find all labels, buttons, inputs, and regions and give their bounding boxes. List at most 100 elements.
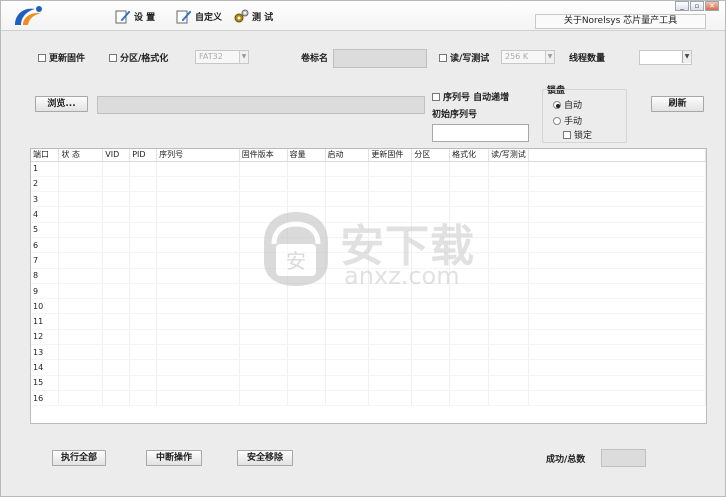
column-header[interactable]: 状 态 — [58, 149, 104, 162]
table-cell — [411, 375, 451, 391]
table-cell — [102, 176, 131, 193]
abort-button[interactable]: 中断操作 — [146, 450, 202, 466]
table-cell — [58, 252, 104, 269]
filesystem-select[interactable]: FAT32 ▼ — [195, 50, 249, 64]
table-cell — [488, 191, 530, 208]
table-cell — [239, 237, 288, 254]
column-header[interactable]: 分区 — [411, 149, 451, 162]
table-row[interactable]: 15 — [31, 375, 706, 391]
lock-checkbox-option[interactable]: 锁定 — [563, 128, 592, 141]
table-cell — [449, 359, 490, 376]
restore-icon[interactable]: ▫ — [690, 1, 704, 11]
chevron-down-icon: ▼ — [682, 51, 691, 63]
table-cell — [528, 237, 706, 254]
column-header[interactable]: 端口 — [31, 149, 60, 162]
table-cell — [129, 375, 158, 391]
table-cell — [411, 313, 451, 330]
table-row[interactable]: 1 — [31, 161, 706, 177]
table-cell — [129, 252, 158, 269]
close-icon[interactable]: ✕ — [705, 1, 719, 11]
filesystem-value: FAT32 — [199, 52, 223, 61]
minimize-icon[interactable]: _ — [675, 1, 689, 11]
serial-auto-increment-checkbox[interactable] — [432, 92, 440, 101]
about-text: 关于Norelsys 芯片量产工具 — [563, 16, 678, 26]
rw-test-checkbox[interactable] — [439, 53, 447, 62]
table-cell — [287, 268, 326, 284]
safe-remove-button[interactable]: 安全移除 — [237, 450, 293, 466]
lock-auto-option[interactable]: 自动 — [553, 98, 582, 111]
table-row[interactable]: 4 — [31, 206, 706, 223]
column-header[interactable]: 格式化 — [449, 149, 490, 162]
table-cell — [325, 359, 370, 376]
column-header[interactable]: VID — [102, 149, 131, 162]
table-row[interactable]: 5 — [31, 222, 706, 238]
table-cell — [239, 176, 288, 193]
column-header[interactable]: 读/写测试 — [488, 149, 530, 162]
table-cell — [129, 237, 158, 254]
about-link[interactable]: 关于Norelsys 芯片量产工具 — [535, 14, 706, 29]
table-row[interactable]: 14 — [31, 359, 706, 376]
settings-button[interactable]: 设 置 — [115, 7, 155, 25]
table-cell — [129, 390, 158, 407]
table-cell — [411, 344, 451, 361]
run-all-button[interactable]: 执行全部 — [52, 450, 106, 466]
column-header[interactable]: 固件版本 — [239, 149, 288, 162]
table-row[interactable]: 2 — [31, 176, 706, 193]
table-cell — [58, 161, 104, 177]
table-row[interactable]: 10 — [31, 298, 706, 315]
update-firmware-checkbox[interactable] — [38, 53, 46, 62]
table-cell — [411, 176, 451, 193]
custom-button[interactable]: 自定义 — [176, 7, 222, 25]
table-cell — [129, 344, 158, 361]
update-firmware-option[interactable]: 更新固件 — [38, 51, 85, 64]
lock-checkbox[interactable] — [563, 130, 571, 139]
table-cell — [156, 329, 240, 346]
table-cell — [325, 222, 370, 238]
column-header[interactable]: 启动 — [325, 149, 370, 162]
column-header-filler — [528, 149, 706, 162]
table-row[interactable]: 11 — [31, 313, 706, 330]
table-row[interactable]: 9 — [31, 283, 706, 300]
rw-test-option[interactable]: 读/写测试 — [439, 51, 489, 64]
table-cell — [368, 283, 413, 300]
table-row[interactable]: 13 — [31, 344, 706, 361]
refresh-button[interactable]: 刷新 — [651, 96, 704, 112]
column-header[interactable]: 容量 — [287, 149, 326, 162]
table-cell — [368, 344, 413, 361]
table-cell — [58, 222, 104, 238]
table-cell — [368, 268, 413, 284]
table-cell — [58, 344, 104, 361]
success-total-field — [601, 449, 646, 467]
lock-auto-radio[interactable] — [553, 100, 561, 109]
browse-button[interactable]: 浏览... — [35, 96, 88, 112]
table-row[interactable]: 3 — [31, 191, 706, 208]
partition-format-checkbox[interactable] — [109, 53, 117, 62]
lock-manual-option[interactable]: 手动 — [553, 114, 582, 127]
table-row[interactable]: 7 — [31, 252, 706, 269]
table-cell — [129, 191, 158, 208]
serial-auto-increment-option[interactable]: 序列号 自动递增 — [432, 90, 509, 103]
initial-serial-input[interactable] — [432, 124, 529, 142]
table-row[interactable]: 12 — [31, 329, 706, 346]
column-header[interactable]: 序列号 — [156, 149, 240, 162]
path-input[interactable] — [97, 96, 425, 114]
table-cell — [102, 390, 131, 407]
volume-label-input[interactable] — [333, 49, 427, 68]
column-header[interactable]: 更新固件 — [368, 149, 413, 162]
partition-format-option[interactable]: 分区/格式化 — [109, 51, 168, 64]
column-header[interactable]: PID — [129, 149, 158, 162]
thread-count-select[interactable]: ▼ — [639, 50, 692, 65]
table-cell — [58, 283, 104, 300]
table-row[interactable]: 6 — [31, 237, 706, 254]
rw-size-select[interactable]: 256 K ▼ — [501, 50, 555, 64]
table-cell — [102, 329, 131, 346]
table-cell — [102, 283, 131, 300]
table-cell — [129, 359, 158, 376]
test-button[interactable]: 测 试 — [233, 7, 273, 25]
table-cell — [239, 222, 288, 238]
table-row[interactable]: 16 — [31, 390, 706, 407]
table-row[interactable]: 8 — [31, 268, 706, 284]
table-cell — [528, 313, 706, 330]
lock-manual-radio[interactable] — [553, 116, 561, 125]
table-cell — [411, 222, 451, 238]
